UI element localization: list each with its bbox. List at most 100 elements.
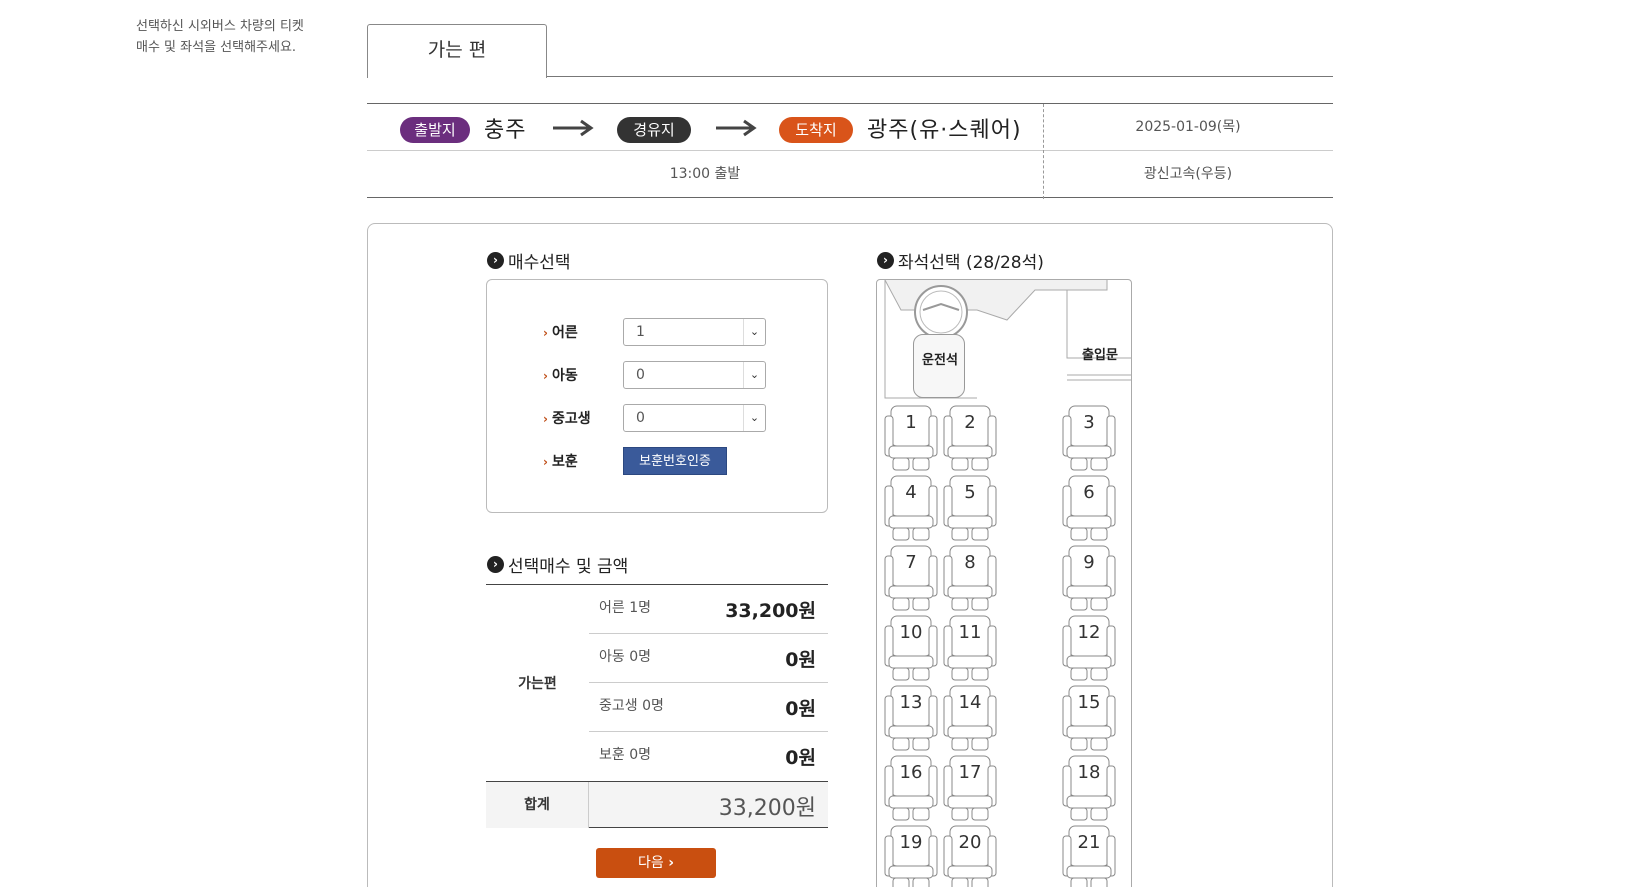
seat-20[interactable]: 20 — [940, 824, 1000, 887]
child-select-value: 0 — [636, 367, 645, 383]
departure-date: 2025-01-09(목) — [1135, 119, 1241, 135]
seat-11[interactable]: 11 — [940, 614, 1000, 682]
page: 선택하신 시외버스 차량의 티켓 매수 및 좌석을 선택해주세요. 가는 편 출… — [0, 0, 1629, 887]
seat-number: 8 — [964, 552, 976, 573]
departure-time: 13:00 출발 — [669, 166, 741, 182]
seat-21[interactable]: 21 — [1059, 824, 1119, 887]
seat-number: 5 — [964, 482, 976, 503]
seat-number: 7 — [905, 552, 917, 573]
chevron-right-icon: › — [668, 855, 674, 871]
student-label: 중고생 — [551, 411, 591, 427]
next-button-label: 다음 — [638, 855, 664, 871]
summary-row-amount: 33,200원 — [725, 600, 816, 622]
seat-8[interactable]: 8 — [940, 544, 1000, 612]
seat-number: 17 — [958, 762, 982, 783]
adult-select-value: 1 — [636, 324, 645, 340]
child-row: › 아동 0 ⌄ — [543, 361, 766, 389]
student-select[interactable]: 0 ⌄ — [623, 404, 766, 432]
chevron-circle-icon: › — [487, 252, 504, 269]
seat-2[interactable]: 2 — [940, 404, 1000, 472]
student-select-value: 0 — [636, 410, 645, 426]
summary-row: 중고생 0명 0원 — [589, 683, 828, 732]
seat-number: 16 — [899, 762, 923, 783]
arrival-place: 광주(유·스퀘어) — [867, 118, 1022, 143]
seat-9[interactable]: 9 — [1059, 544, 1119, 612]
quantity-section-title: › 매수선택 — [487, 248, 571, 273]
chevron-circle-icon: › — [487, 556, 504, 573]
seat-number: 2 — [964, 412, 976, 433]
seat-number: 15 — [1077, 692, 1101, 713]
seat-3[interactable]: 3 — [1059, 404, 1119, 472]
driver-seat: 운전석 — [913, 334, 965, 398]
route-info: 출발지 충주 경유지 도착지 광주(유·스퀘어) 2025-01-09(목) 1… — [367, 103, 1333, 199]
seat-16[interactable]: 16 — [881, 754, 941, 822]
seat-4[interactable]: 4 — [881, 474, 941, 542]
summary-side-label: 가는편 — [518, 676, 557, 692]
tab-outbound[interactable]: 가는 편 — [367, 24, 547, 78]
seat-12[interactable]: 12 — [1059, 614, 1119, 682]
child-select[interactable]: 0 ⌄ — [623, 361, 766, 389]
seat-number: 19 — [899, 832, 923, 853]
seat-map: 운전석 출입문 1 2 3 4 5 6 7 8 9 10 11 12 13 14 15 16 17 18 19 20 2… — [876, 279, 1132, 887]
summary-title: 선택매수 및 금액 — [508, 557, 629, 577]
chevron-right-icon: › — [543, 369, 548, 383]
driver-label: 운전석 — [922, 353, 958, 368]
seat-1[interactable]: 1 — [881, 404, 941, 472]
seat-number: 4 — [905, 482, 917, 503]
quantity-box: › 어른 1 ⌄ › 아동 0 ⌄ › 중고생 0 ⌄ › 보훈 보훈번호인증 — [486, 279, 828, 513]
quantity-title: 매수선택 — [508, 253, 571, 273]
seat-number: 6 — [1083, 482, 1095, 503]
tab-divider — [547, 76, 1333, 77]
seat-section-title: › 좌석선택 (28/28석) — [877, 248, 1044, 273]
summary-row-label: 아동 0명 — [599, 649, 651, 665]
seat-10[interactable]: 10 — [881, 614, 941, 682]
seat-14[interactable]: 14 — [940, 684, 1000, 752]
summary-row-amount: 0원 — [785, 698, 816, 720]
summary-table: 가는편 어른 1명 33,200원 아동 0명 0원 중고생 0명 0원 보훈 … — [486, 584, 828, 828]
seat-19[interactable]: 19 — [881, 824, 941, 887]
seat-7[interactable]: 7 — [881, 544, 941, 612]
seat-number: 12 — [1077, 622, 1101, 643]
intro-line-2: 매수 및 좌석을 선택해주세요. — [136, 40, 297, 55]
total-label: 합계 — [486, 782, 589, 828]
intro-text: 선택하신 시외버스 차량의 티켓 매수 및 좌석을 선택해주세요. — [136, 16, 336, 58]
chevron-down-icon: ⌄ — [743, 319, 765, 345]
veteran-label: 보훈 — [551, 454, 578, 470]
summary-row: 아동 0명 0원 — [589, 634, 828, 683]
seat-number: 11 — [958, 622, 982, 643]
adult-label: 어른 — [551, 325, 578, 341]
chevron-circle-icon: › — [877, 252, 894, 269]
veteran-verify-button[interactable]: 보훈번호인증 — [623, 447, 727, 475]
summary-total-row: 합계 33,200원 — [486, 781, 828, 828]
seat-17[interactable]: 17 — [940, 754, 1000, 822]
summary-row-label: 어른 1명 — [599, 600, 651, 616]
via-badge: 경유지 — [617, 117, 691, 143]
departure-place: 충주 — [484, 118, 527, 143]
chevron-down-icon: ⌄ — [743, 362, 765, 388]
adult-row: › 어른 1 ⌄ — [543, 318, 766, 346]
bus-company: 광신고속(우등) — [1143, 166, 1233, 182]
chevron-down-icon: ⌄ — [743, 405, 765, 431]
seat-number: 21 — [1077, 832, 1101, 853]
summary-section-title: › 선택매수 및 금액 — [487, 552, 628, 577]
seat-5[interactable]: 5 — [940, 474, 1000, 542]
summary-row-label: 보훈 0명 — [599, 747, 651, 763]
seat-number: 13 — [899, 692, 923, 713]
veteran-row: › 보훈 보훈번호인증 — [543, 447, 727, 475]
summary-row: 보훈 0명 0원 — [589, 732, 828, 781]
next-button[interactable]: 다음 › — [596, 848, 716, 878]
seat-number: 14 — [958, 692, 982, 713]
seat-15[interactable]: 15 — [1059, 684, 1119, 752]
adult-select[interactable]: 1 ⌄ — [623, 318, 766, 346]
summary-row-amount: 0원 — [785, 649, 816, 671]
arrow-right-icon — [716, 119, 757, 137]
seat-6[interactable]: 6 — [1059, 474, 1119, 542]
summary-row-label: 중고생 0명 — [599, 698, 664, 714]
seat-18[interactable]: 18 — [1059, 754, 1119, 822]
intro-line-1: 선택하신 시외버스 차량의 티켓 — [136, 19, 304, 34]
student-row: › 중고생 0 ⌄ — [543, 404, 766, 432]
seat-number: 9 — [1083, 552, 1095, 573]
seat-13[interactable]: 13 — [881, 684, 941, 752]
seat-number: 3 — [1083, 412, 1095, 433]
summary-row: 어른 1명 33,200원 — [589, 585, 828, 634]
